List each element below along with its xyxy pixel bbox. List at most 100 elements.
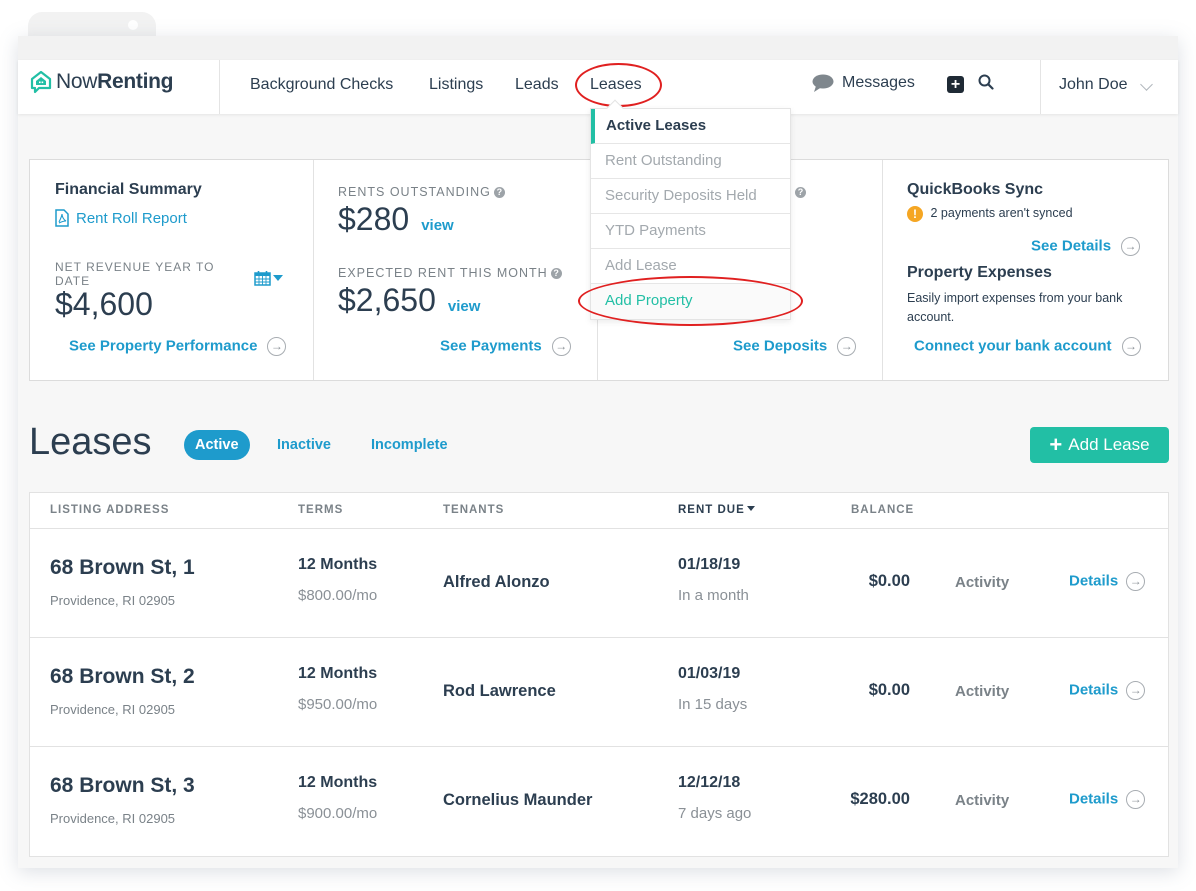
details-link[interactable]: Details → (1069, 790, 1146, 809)
menu-item-ytd-payments[interactable]: YTD Payments (591, 214, 790, 249)
see-property-performance-link[interactable]: See Property Performance → (69, 337, 287, 356)
balance-amount: $280.00 (850, 790, 910, 808)
expected-rent-row: $2,650 view (338, 282, 480, 319)
connect-bank-account-link[interactable]: Connect your bank account → (914, 337, 1141, 356)
expected-rent-view-link[interactable]: view (448, 298, 481, 315)
tenant-name[interactable]: Rod Lawrence (443, 682, 556, 701)
property-expenses-title: Property Expenses (907, 264, 1052, 281)
activity-link[interactable]: Activity (955, 574, 1009, 591)
rents-outstanding-view-link[interactable]: view (421, 217, 454, 234)
plus-square-icon[interactable]: + (947, 76, 964, 93)
column-tenants[interactable]: TENANTS (443, 504, 504, 516)
rent-roll-report-label: Rent Roll Report (76, 209, 187, 227)
details-link[interactable]: Details → (1069, 572, 1146, 591)
rents-section: RENTS OUTSTANDING? $280 view EXPECTED RE… (314, 160, 598, 380)
lease-term: 12 Months (298, 774, 378, 791)
lease-rate: $900.00/mo (298, 805, 378, 822)
menu-item-security-deposits-held[interactable]: Security Deposits Held (591, 179, 790, 214)
tenant-name[interactable]: Cornelius Maunder (443, 791, 592, 810)
nav-leases[interactable]: Leases (590, 76, 642, 94)
filter-active[interactable]: Active (184, 430, 250, 460)
lease-rate: $800.00/mo (298, 587, 378, 604)
balance-amount: $0.00 (868, 572, 910, 590)
help-icon[interactable]: ? (550, 268, 562, 279)
messages-link[interactable]: Messages (812, 74, 915, 92)
user-menu[interactable]: John Doe (1059, 76, 1128, 94)
help-icon[interactable]: ? (795, 187, 806, 198)
menu-item-active-leases[interactable]: Active Leases (591, 109, 790, 144)
nav-leads[interactable]: Leads (515, 76, 559, 94)
see-payments-link[interactable]: See Payments → (440, 337, 571, 356)
column-rent-due[interactable]: RENT DUE (678, 504, 755, 516)
pdf-file-icon (55, 209, 69, 227)
tenant-name[interactable]: Alfred Alonzo (443, 573, 550, 592)
activity-link[interactable]: Activity (955, 792, 1009, 809)
details-label: Details (1069, 790, 1119, 808)
warning-icon: ! (907, 206, 923, 222)
listing-city: Providence, RI 02905 (50, 702, 176, 717)
leases-dropdown-menu: Active Leases Rent Outstanding Security … (590, 99, 791, 320)
rents-outstanding-value: $280 (338, 201, 410, 237)
brand-name: NowRenting (56, 70, 173, 94)
financial-summary-title: Financial Summary (55, 181, 202, 198)
filter-inactive[interactable]: Inactive (277, 430, 331, 460)
speech-bubble-icon (812, 74, 834, 92)
filter-incomplete[interactable]: Incomplete (371, 430, 448, 460)
table-row[interactable]: 68 Brown St, 3 Providence, RI 02905 12 M… (30, 747, 1168, 856)
listing-address[interactable]: 68 Brown St, 2 (50, 665, 195, 689)
quickbooks-sync-title: QuickBooks Sync (907, 181, 1044, 198)
add-lease-button[interactable]: + Add Lease (1030, 427, 1169, 463)
caret-down-icon (273, 275, 283, 281)
help-icon[interactable]: ? (493, 187, 505, 198)
property-expenses-description: Easily import expenses from your bank ac… (907, 291, 1123, 324)
see-details-link[interactable]: See Details → (1031, 237, 1141, 256)
rent-due-date: 01/18/19 (678, 556, 741, 573)
brand-bold: Renting (97, 70, 174, 93)
rents-outstanding-row: $280 view (338, 201, 454, 238)
nav-listings[interactable]: Listings (429, 76, 483, 94)
arrow-right-circle-icon: → (1121, 237, 1141, 256)
house-chat-logo-icon (30, 70, 52, 94)
menu-item-add-property[interactable]: Add Property (591, 284, 790, 319)
rent-due-label: RENT DUE (678, 504, 745, 516)
search-icon[interactable] (978, 74, 994, 90)
expected-rent-text: EXPECTED RENT THIS MONTH (338, 266, 548, 280)
nav-background-checks[interactable]: Background Checks (250, 76, 393, 94)
plus-icon: + (1049, 432, 1063, 457)
see-deposits-link[interactable]: See Deposits → (733, 337, 857, 356)
rent-due-relative: In 15 days (678, 696, 748, 713)
table-header: LISTING ADDRESS TERMS TENANTS RENT DUE B… (30, 493, 1168, 529)
details-link[interactable]: Details → (1069, 681, 1146, 700)
date-range-picker[interactable] (254, 270, 283, 286)
lease-term: 12 Months (298, 556, 378, 573)
listing-address[interactable]: 68 Brown St, 3 (50, 774, 195, 798)
activity-link[interactable]: Activity (955, 683, 1009, 700)
rent-due-date: 01/03/19 (678, 665, 741, 682)
connect-bank-account-label: Connect your bank account (914, 337, 1112, 355)
financial-summary-section: Financial Summary Rent Roll Report NET R… (30, 160, 314, 380)
see-deposits-label: See Deposits (733, 337, 828, 355)
lease-rate: $950.00/mo (298, 696, 378, 713)
menu-item-add-lease[interactable]: Add Lease (591, 249, 790, 284)
sort-desc-icon (746, 506, 755, 511)
window-top-bar (18, 36, 1178, 60)
chevron-down-icon[interactable] (1140, 78, 1153, 91)
calendar-icon (254, 271, 271, 286)
net-revenue-value: $4,600 (55, 286, 153, 322)
table-row[interactable]: 68 Brown St, 1 Providence, RI 02905 12 M… (30, 529, 1168, 638)
rents-outstanding-text: RENTS OUTSTANDING (338, 185, 491, 199)
arrow-right-circle-icon: → (1126, 572, 1146, 591)
arrow-right-circle-icon: → (837, 337, 857, 356)
menu-item-rent-outstanding[interactable]: Rent Outstanding (591, 144, 790, 179)
listing-city: Providence, RI 02905 (50, 811, 176, 826)
listing-address[interactable]: 68 Brown St, 1 (50, 556, 195, 580)
column-terms[interactable]: TERMS (298, 504, 343, 516)
see-payments-label: See Payments (440, 337, 542, 355)
tab-dot (128, 20, 138, 30)
column-balance[interactable]: BALANCE (851, 504, 914, 516)
logo[interactable]: NowRenting (30, 70, 173, 94)
rent-roll-report-link[interactable]: Rent Roll Report (55, 209, 187, 227)
table-row[interactable]: 68 Brown St, 2 Providence, RI 02905 12 M… (30, 638, 1168, 747)
sync-warning: ! 2 payments aren't synced (907, 206, 1073, 222)
column-listing-address[interactable]: LISTING ADDRESS (50, 504, 169, 516)
